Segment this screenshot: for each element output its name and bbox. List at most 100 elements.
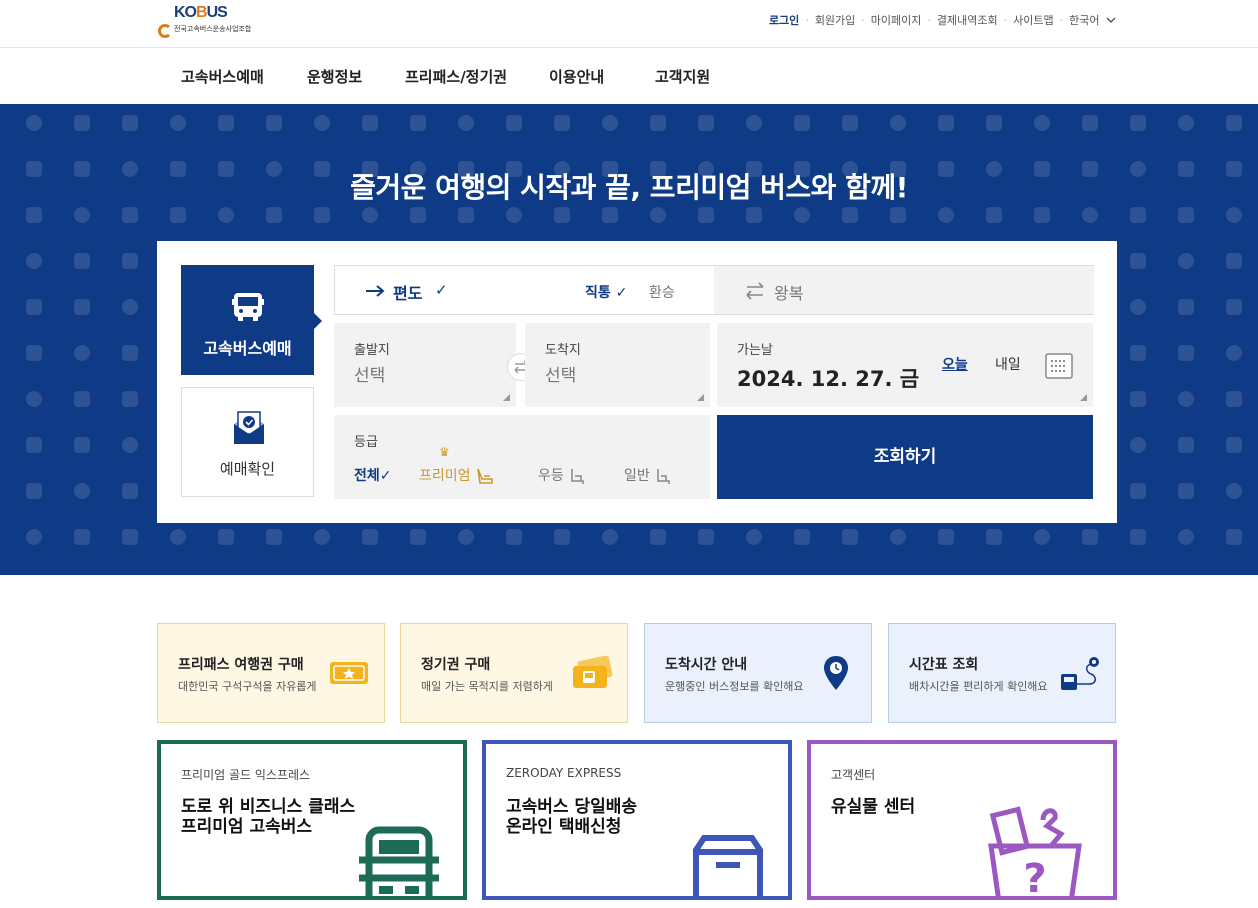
transfer-option[interactable]: 환승: [649, 282, 675, 302]
pattern-icon: [506, 207, 522, 223]
pattern-icon: [170, 115, 186, 131]
pattern-icon: [1178, 529, 1194, 545]
pattern-icon: [1130, 299, 1146, 315]
grade-excellent-option[interactable]: 우등: [538, 465, 586, 485]
pattern-icon: [122, 299, 138, 315]
pattern-icon: [554, 207, 570, 223]
pattern-icon: [410, 207, 426, 223]
tomorrow-button[interactable]: 내일: [995, 354, 1021, 374]
pattern-icon: [122, 483, 138, 499]
promo-zeroday-express[interactable]: ZERODAY EXPRESS 고속버스 당일배송 온라인 택배신청: [482, 740, 792, 900]
pattern-icon: [1178, 115, 1194, 131]
pattern-icon: [410, 529, 426, 545]
nav-support[interactable]: 고객지원: [655, 66, 710, 87]
pattern-icon: [26, 207, 42, 223]
pattern-icon: [74, 253, 90, 269]
grade-all-option[interactable]: 전체✓: [354, 465, 392, 485]
card-freepass[interactable]: 프리패스 여행권 구매 대한민국 구석구석을 자유롭게: [157, 623, 385, 723]
pattern-icon: [122, 437, 138, 453]
location-pin-icon: [824, 656, 848, 690]
calendar-icon[interactable]: [1045, 351, 1073, 379]
pattern-icon: [74, 207, 90, 223]
svg-text:?: ?: [1023, 856, 1046, 900]
pattern-icon: [74, 115, 90, 131]
chevron-down-icon: [1106, 17, 1116, 23]
payment-history-link[interactable]: 결제내역조회: [937, 12, 998, 28]
pattern-icon: [1130, 437, 1146, 453]
pattern-icon: [74, 529, 90, 545]
pattern-icon: [218, 115, 234, 131]
pattern-icon: [1130, 345, 1146, 361]
pattern-icon: [794, 207, 810, 223]
departure-date-field[interactable]: 가는날 2024. 12. 27. 금 오늘 내일: [717, 323, 1093, 407]
pattern-icon: [1226, 529, 1242, 545]
pattern-icon: [26, 253, 42, 269]
tab-reservation-check[interactable]: 예매확인: [181, 387, 314, 497]
card-arrival-time[interactable]: 도착시간 안내 운행중인 버스정보를 확인해요: [644, 623, 872, 723]
roundtrip-option[interactable]: 왕복: [714, 266, 1094, 314]
logo-mark-icon: [158, 24, 172, 38]
pattern-icon: [938, 207, 954, 223]
pattern-icon: [1226, 115, 1242, 131]
pattern-icon: [602, 115, 618, 131]
pattern-icon: [1034, 529, 1050, 545]
pattern-icon: [458, 529, 474, 545]
kobus-logo[interactable]: KOBUS 전국고속버스운송사업조합: [158, 4, 252, 40]
signup-link[interactable]: 회원가입: [815, 12, 855, 28]
pattern-icon: [1226, 207, 1242, 223]
today-button[interactable]: 오늘: [942, 354, 968, 374]
language-select[interactable]: 한국어: [1069, 12, 1116, 28]
pattern-icon: [1034, 207, 1050, 223]
login-link[interactable]: 로그인: [769, 12, 799, 28]
direct-option[interactable]: 직통 ✓: [585, 282, 627, 302]
pattern-icon: [1226, 299, 1242, 315]
arrival-field[interactable]: 도착지 선택: [525, 323, 710, 407]
ticket-check-icon: [234, 411, 264, 444]
tab-bus-booking[interactable]: 고속버스예매: [181, 265, 322, 375]
logo-subtitle: 전국고속버스운송사업조합: [174, 25, 252, 33]
lost-item-icon: ?: [988, 806, 1082, 900]
pattern-icon: [842, 529, 858, 545]
pattern-icon: [170, 207, 186, 223]
nav-guide[interactable]: 이용안내: [549, 66, 604, 87]
pattern-icon: [890, 207, 906, 223]
pattern-icon: [986, 529, 1002, 545]
departure-field[interactable]: 출발지 선택: [334, 323, 516, 407]
pattern-icon: [26, 299, 42, 315]
pattern-icon: [314, 207, 330, 223]
pattern-icon: [26, 391, 42, 407]
pattern-icon: [938, 529, 954, 545]
arrival-value: 선택: [545, 366, 577, 386]
pattern-icon: [1130, 207, 1146, 223]
nav-freepass[interactable]: 프리패스/정기권: [405, 66, 507, 87]
hero-title: 즐거운 여행의 시작과 끝, 프리미엄 버스와 함께!: [350, 171, 908, 204]
grade-premium-option[interactable]: ♛ 프리미엄: [419, 445, 495, 485]
premium-seat-icon: [477, 468, 493, 484]
main-nav: 고속버스예매 운행정보 프리패스/정기권 이용안내 고객지원: [0, 48, 1258, 104]
card-season-pass[interactable]: 정기권 구매 매일 가는 목적지를 저렴하게: [400, 623, 628, 723]
nav-bus-booking[interactable]: 고속버스예매: [181, 66, 264, 87]
search-button[interactable]: 조회하기: [717, 415, 1093, 499]
pattern-icon: [650, 207, 666, 223]
sitemap-link[interactable]: 사이트맵: [1013, 12, 1053, 28]
pattern-icon: [938, 115, 954, 131]
mypage-link[interactable]: 마이페이지: [871, 12, 922, 28]
pattern-icon: [698, 115, 714, 131]
nav-service-info[interactable]: 운행정보: [307, 66, 362, 87]
pattern-icon: [554, 115, 570, 131]
oneway-option[interactable]: 편도 ✓ 직통 ✓ 환승: [335, 266, 715, 314]
promo-premium-gold[interactable]: 프리미엄 골드 익스프레스 도로 위 비즈니스 클래스 프리미엄 고속버스: [157, 740, 467, 900]
promo-lost-and-found[interactable]: 고객센터 유실물 센터 ?: [807, 740, 1117, 900]
pattern-icon: [1226, 437, 1242, 453]
pattern-icon: [170, 529, 186, 545]
pattern-icon: [74, 345, 90, 361]
card-timetable[interactable]: 시간표 조회 배차시간을 편리하게 확인해요: [888, 623, 1116, 723]
tab-reservation-check-label: 예매확인: [219, 460, 276, 478]
pattern-icon: [842, 115, 858, 131]
freepass-ticket-icon: [330, 662, 368, 684]
trip-type-selector: 편도 ✓ 직통 ✓ 환승 왕복: [334, 265, 1094, 315]
pattern-icon: [1226, 345, 1242, 361]
quick-service-cards: 프리패스 여행권 구매 대한민국 구석구석을 자유롭게 정기권 구매 매일 가는…: [157, 623, 1117, 723]
grade-normal-option[interactable]: 일반: [624, 465, 672, 485]
pattern-icon: [506, 529, 522, 545]
